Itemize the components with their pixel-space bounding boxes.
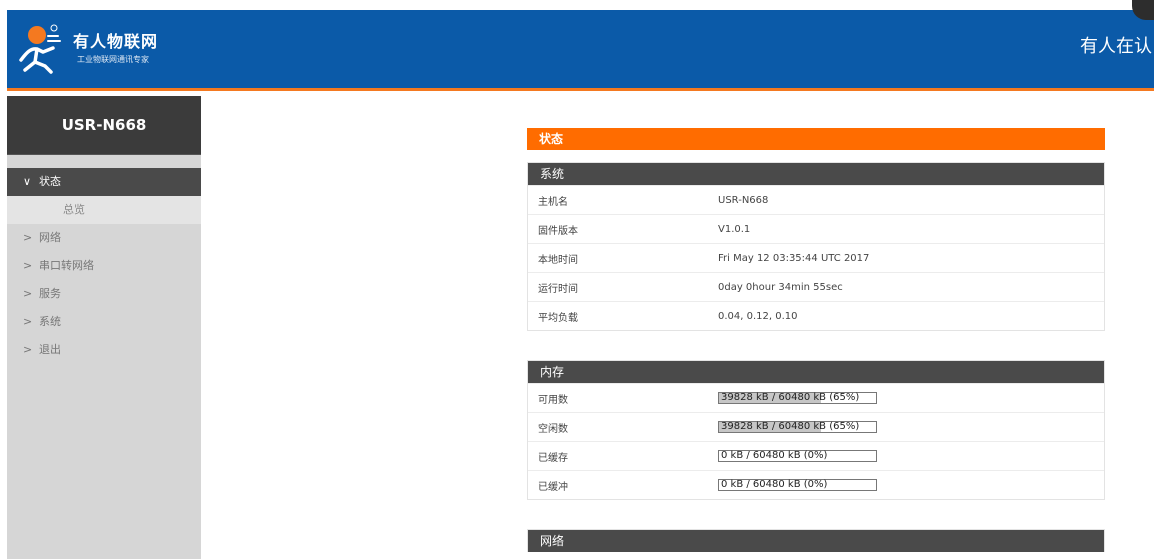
brand-tagline: 工业物联网通讯专家 [77, 55, 149, 64]
table-row: 平均负载 0.04, 0.12, 0.10 [528, 301, 1104, 330]
device-name-box: USR-N668 [7, 96, 201, 155]
chevron-right-icon: > [23, 231, 33, 244]
memory-section-title: 内存 [528, 361, 1104, 383]
row-value: 0day 0hour 34min 55sec [718, 281, 843, 293]
progress-text: 0 kB / 60480 kB (0%) [721, 479, 828, 490]
system-section-title: 系统 [528, 163, 1104, 185]
sidebar-item-network[interactable]: > 网络 [7, 224, 201, 252]
table-row: 已缓冲 0 kB / 60480 kB (0%) [528, 470, 1104, 499]
system-section: 系统 主机名 USR-N668 固件版本 V1.0.1 本地时间 Fri May… [527, 162, 1105, 331]
row-label: 已缓冲 [538, 481, 568, 493]
row-value: USR-N668 [718, 194, 769, 206]
memory-progress-bar: 39828 kB / 60480 kB (65%) [718, 421, 877, 433]
row-label: 空闲数 [538, 423, 568, 435]
table-row: 本地时间 Fri May 12 03:35:44 UTC 2017 [528, 243, 1104, 272]
table-row: 固件版本 V1.0.1 [528, 214, 1104, 243]
page-title: 状态 [527, 128, 1105, 150]
chevron-right-icon: > [23, 343, 33, 356]
chevron-down-icon: ∨ [23, 175, 32, 188]
row-label: 可用数 [538, 394, 568, 406]
sidebar: USR-N668 ∨ 状态 总览 > 网络 > 串口转网络 > 服务 > 系统 > 退出 [7, 96, 201, 559]
row-label: 已缓存 [538, 452, 568, 464]
progress-text: 0 kB / 60480 kB (0%) [721, 450, 828, 461]
sidebar-item-label: 退出 [39, 343, 61, 356]
table-row: 空闲数 39828 kB / 60480 kB (65%) [528, 412, 1104, 441]
row-label: 运行时间 [538, 283, 578, 295]
row-value: 0.04, 0.12, 0.10 [718, 310, 798, 322]
sidebar-item-label: 网络 [39, 231, 61, 244]
row-label: 本地时间 [538, 254, 578, 266]
sidebar-item-services[interactable]: > 服务 [7, 280, 201, 308]
sidebar-item-status[interactable]: ∨ 状态 [7, 168, 201, 196]
table-row: 可用数 39828 kB / 60480 kB (65%) [528, 383, 1104, 412]
memory-progress-bar: 39828 kB / 60480 kB (65%) [718, 392, 877, 404]
header-right-text: 有人在认 [1080, 36, 1152, 57]
sidebar-item-serial-to-network[interactable]: > 串口转网络 [7, 252, 201, 280]
sidebar-subitem-label: 总览 [63, 203, 85, 216]
sidebar-subitem-overview[interactable]: 总览 [7, 196, 201, 224]
brand-name: 有人物联网 [73, 32, 159, 51]
memory-section: 内存 可用数 39828 kB / 60480 kB (65%) 空闲数 398… [527, 360, 1105, 500]
sidebar-item-label: 系统 [39, 315, 61, 328]
chevron-right-icon: > [23, 287, 33, 300]
memory-progress-bar: 0 kB / 60480 kB (0%) [718, 479, 877, 491]
usr-logo-icon [19, 24, 61, 74]
sidebar-item-label: 串口转网络 [39, 259, 94, 272]
row-value: V1.0.1 [718, 223, 751, 235]
row-label: 主机名 [538, 196, 568, 208]
sidebar-item-label: 服务 [39, 287, 61, 300]
sidebar-item-system[interactable]: > 系统 [7, 308, 201, 336]
corner-widget[interactable] [1132, 0, 1154, 20]
top-header: 有人物联网 工业物联网通讯专家 有人在认 [7, 0, 1154, 91]
table-row: 运行时间 0day 0hour 34min 55sec [528, 272, 1104, 301]
memory-progress-bar: 0 kB / 60480 kB (0%) [718, 450, 877, 462]
sidebar-menu: ∨ 状态 总览 > 网络 > 串口转网络 > 服务 > 系统 > 退出 [7, 168, 201, 364]
row-label: 固件版本 [538, 225, 578, 237]
row-label: 平均负载 [538, 312, 578, 324]
sidebar-item-logout[interactable]: > 退出 [7, 336, 201, 364]
row-value: Fri May 12 03:35:44 UTC 2017 [718, 252, 870, 264]
device-name: USR-N668 [61, 116, 147, 134]
network-section: 网络 [527, 529, 1105, 552]
network-section-title: 网络 [528, 530, 1104, 552]
table-row: 主机名 USR-N668 [528, 185, 1104, 214]
progress-text: 39828 kB / 60480 kB (65%) [721, 421, 860, 432]
main-content: 状态 系统 主机名 USR-N668 固件版本 V1.0.1 本地时间 Fri … [527, 128, 1105, 552]
sidebar-item-label: 状态 [39, 175, 61, 188]
progress-text: 39828 kB / 60480 kB (65%) [721, 392, 860, 403]
chevron-right-icon: > [23, 315, 33, 328]
table-row: 已缓存 0 kB / 60480 kB (0%) [528, 441, 1104, 470]
chevron-right-icon: > [23, 259, 33, 272]
